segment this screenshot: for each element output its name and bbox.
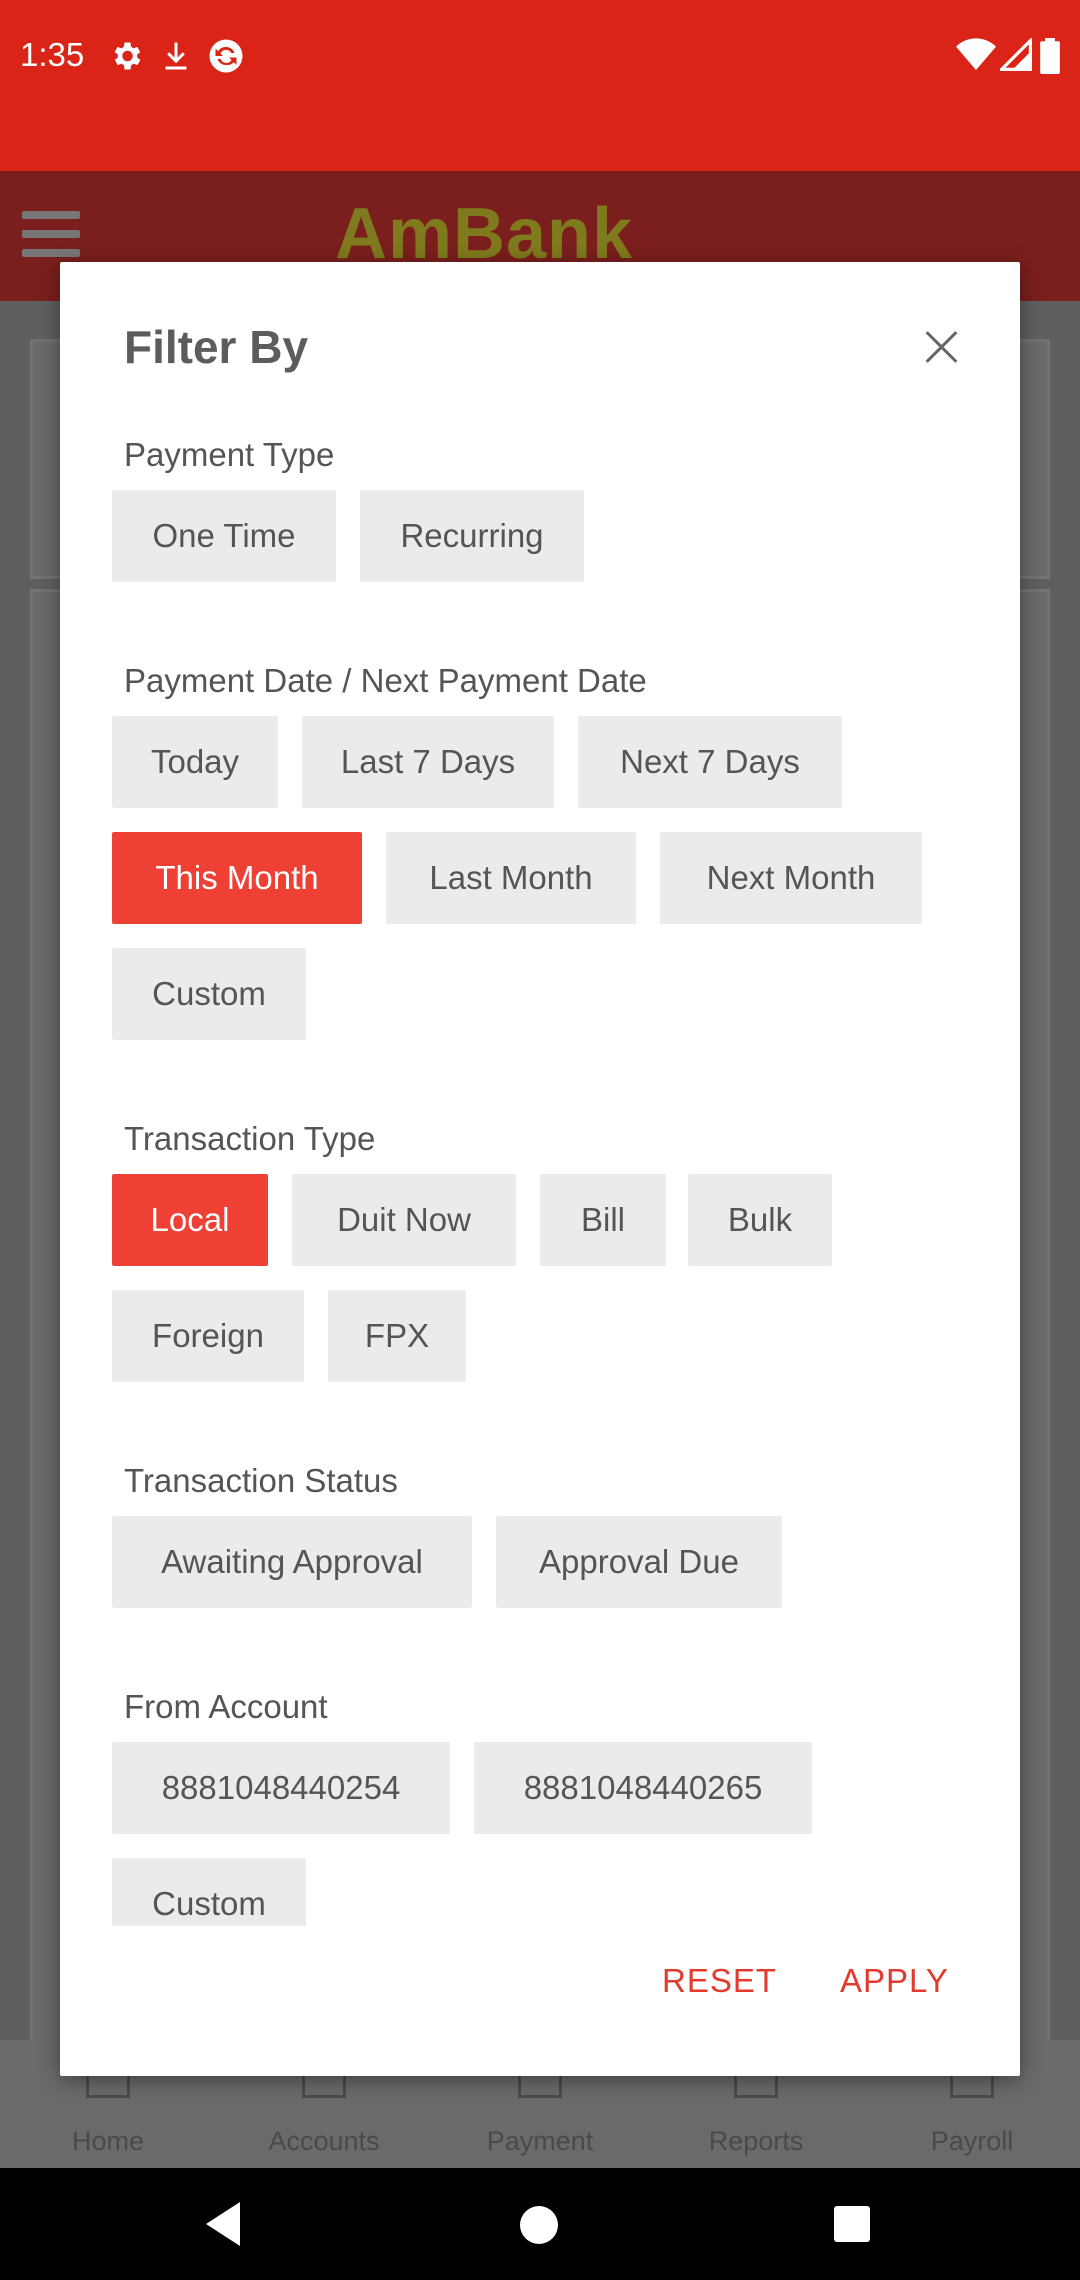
chip-next-7-days[interactable]: Next 7 Days bbox=[578, 716, 842, 808]
back-icon[interactable] bbox=[206, 2202, 240, 2246]
wifi-icon bbox=[956, 38, 996, 70]
reset-button[interactable]: RESET bbox=[662, 1962, 777, 2000]
chip-last-month[interactable]: Last Month bbox=[386, 832, 636, 924]
status-bar: 1:35 bbox=[0, 0, 1080, 171]
chip-custom-date[interactable]: Custom bbox=[112, 948, 306, 1040]
chip-today[interactable]: Today bbox=[112, 716, 278, 808]
sync-icon bbox=[209, 39, 243, 73]
chip-custom-account[interactable]: Custom bbox=[112, 1858, 306, 1926]
nav-reports-label: Reports bbox=[708, 2126, 804, 2156]
from-account-label: From Account bbox=[124, 1688, 328, 1725]
chip-bill[interactable]: Bill bbox=[540, 1174, 666, 1266]
chip-last-7-days[interactable]: Last 7 Days bbox=[302, 716, 554, 808]
chip-duit-now[interactable]: Duit Now bbox=[292, 1174, 516, 1266]
battery-icon bbox=[1040, 38, 1060, 74]
nav-payroll-label: Payroll bbox=[930, 2126, 1014, 2156]
recents-icon[interactable] bbox=[834, 2206, 870, 2242]
nav-home-label: Home bbox=[71, 2126, 145, 2156]
filter-dialog: Filter By Payment Type One Time Recurrin… bbox=[60, 262, 1020, 2076]
home-circle-icon[interactable] bbox=[520, 2206, 558, 2244]
system-nav-bar bbox=[0, 2168, 1080, 2280]
dialog-actions: RESET APPLY bbox=[60, 1962, 1020, 2042]
apply-button[interactable]: APPLY bbox=[840, 1962, 949, 2000]
chip-recurring[interactable]: Recurring bbox=[360, 490, 584, 582]
chip-awaiting-approval[interactable]: Awaiting Approval bbox=[112, 1516, 472, 1608]
transaction-status-label: Transaction Status bbox=[124, 1462, 398, 1499]
gear-icon bbox=[114, 42, 141, 70]
chip-next-month[interactable]: Next Month bbox=[660, 832, 922, 924]
filter-scroll-area[interactable]: Payment Type One Time Recurring Payment … bbox=[60, 262, 1020, 1926]
nav-payment-label: Payment bbox=[486, 2126, 594, 2156]
chip-foreign[interactable]: Foreign bbox=[112, 1290, 304, 1382]
chip-one-time[interactable]: One Time bbox=[112, 490, 336, 582]
chip-fpx[interactable]: FPX bbox=[328, 1290, 466, 1382]
payment-date-label: Payment Date / Next Payment Date bbox=[124, 662, 647, 699]
chip-local[interactable]: Local bbox=[112, 1174, 268, 1266]
transaction-type-label: Transaction Type bbox=[124, 1120, 376, 1157]
payment-type-label: Payment Type bbox=[124, 436, 335, 473]
nav-accounts-label: Accounts bbox=[268, 2126, 380, 2156]
chip-account-0265[interactable]: 8881048440265 bbox=[474, 1742, 812, 1834]
chip-bulk[interactable]: Bulk bbox=[688, 1174, 832, 1266]
menu-icon[interactable] bbox=[22, 211, 80, 257]
signal-icon bbox=[1000, 38, 1032, 71]
chip-this-month[interactable]: This Month bbox=[112, 832, 362, 924]
chip-account-0254[interactable]: 8881048440254 bbox=[112, 1742, 450, 1834]
download-icon bbox=[165, 42, 187, 70]
status-time: 1:35 bbox=[20, 36, 85, 73]
chip-approval-due[interactable]: Approval Due bbox=[496, 1516, 782, 1608]
